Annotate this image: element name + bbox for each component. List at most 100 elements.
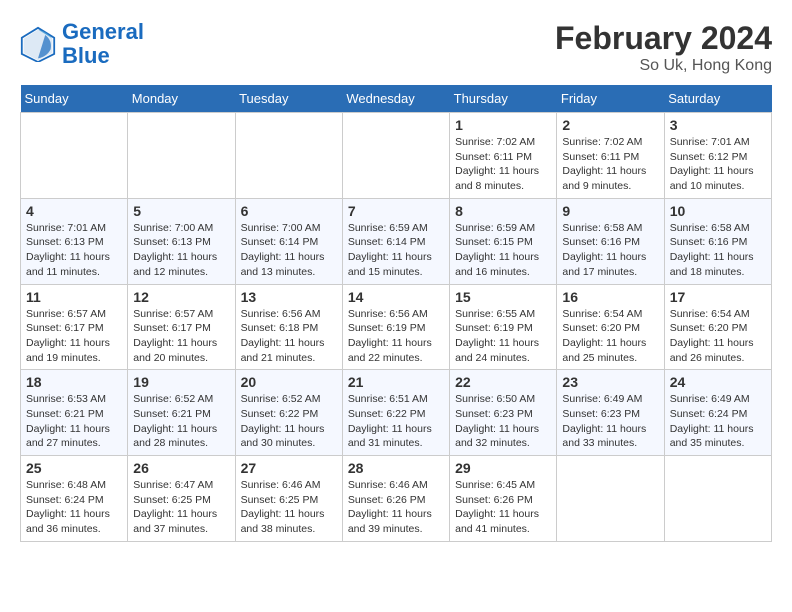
calendar-cell: 3 Sunrise: 7:01 AM Sunset: 6:12 PM Daylig… bbox=[664, 113, 771, 199]
day-number: 10 bbox=[670, 203, 766, 219]
day-info: Sunrise: 6:59 AM Sunset: 6:14 PM Dayligh… bbox=[348, 221, 444, 280]
day-number: 28 bbox=[348, 460, 444, 476]
day-number: 11 bbox=[26, 289, 122, 305]
calendar-cell: 6 Sunrise: 7:00 AM Sunset: 6:14 PM Daylig… bbox=[235, 198, 342, 284]
week-row-1: 1 Sunrise: 7:02 AM Sunset: 6:11 PM Daylig… bbox=[21, 113, 772, 199]
location: So Uk, Hong Kong bbox=[555, 57, 772, 75]
calendar-cell: 1 Sunrise: 7:02 AM Sunset: 6:11 PM Daylig… bbox=[450, 113, 557, 199]
day-info: Sunrise: 6:54 AM Sunset: 6:20 PM Dayligh… bbox=[562, 307, 658, 366]
day-info: Sunrise: 6:50 AM Sunset: 6:23 PM Dayligh… bbox=[455, 392, 551, 451]
day-info: Sunrise: 6:49 AM Sunset: 6:23 PM Dayligh… bbox=[562, 392, 658, 451]
day-info: Sunrise: 6:58 AM Sunset: 6:16 PM Dayligh… bbox=[670, 221, 766, 280]
day-number: 17 bbox=[670, 289, 766, 305]
day-info: Sunrise: 6:45 AM Sunset: 6:26 PM Dayligh… bbox=[455, 478, 551, 537]
calendar-cell: 7 Sunrise: 6:59 AM Sunset: 6:14 PM Daylig… bbox=[342, 198, 449, 284]
calendar-cell bbox=[557, 456, 664, 542]
calendar-cell: 24Sunrise: 6:49 AM Sunset: 6:24 PM Dayli… bbox=[664, 370, 771, 456]
calendar-cell: 18Sunrise: 6:53 AM Sunset: 6:21 PM Dayli… bbox=[21, 370, 128, 456]
day-number: 20 bbox=[241, 374, 337, 390]
day-info: Sunrise: 7:02 AM Sunset: 6:11 PM Dayligh… bbox=[562, 135, 658, 194]
week-row-2: 4 Sunrise: 7:01 AM Sunset: 6:13 PM Daylig… bbox=[21, 198, 772, 284]
day-info: Sunrise: 6:58 AM Sunset: 6:16 PM Dayligh… bbox=[562, 221, 658, 280]
day-info: Sunrise: 6:52 AM Sunset: 6:22 PM Dayligh… bbox=[241, 392, 337, 451]
day-info: Sunrise: 6:56 AM Sunset: 6:19 PM Dayligh… bbox=[348, 307, 444, 366]
day-number: 15 bbox=[455, 289, 551, 305]
calendar-cell bbox=[235, 113, 342, 199]
day-number: 23 bbox=[562, 374, 658, 390]
calendar-cell: 9 Sunrise: 6:58 AM Sunset: 6:16 PM Daylig… bbox=[557, 198, 664, 284]
day-info: Sunrise: 6:57 AM Sunset: 6:17 PM Dayligh… bbox=[26, 307, 122, 366]
day-info: Sunrise: 6:49 AM Sunset: 6:24 PM Dayligh… bbox=[670, 392, 766, 451]
day-number: 14 bbox=[348, 289, 444, 305]
header-day-wednesday: Wednesday bbox=[342, 85, 449, 113]
calendar-cell: 21 Sunrise: 6:51 AM Sunset: 6:22 PM Dayli… bbox=[342, 370, 449, 456]
day-number: 7 bbox=[348, 203, 444, 219]
day-number: 19 bbox=[133, 374, 229, 390]
day-number: 26 bbox=[133, 460, 229, 476]
day-number: 27 bbox=[241, 460, 337, 476]
day-info: Sunrise: 7:01 AM Sunset: 6:12 PM Dayligh… bbox=[670, 135, 766, 194]
day-number: 4 bbox=[26, 203, 122, 219]
day-info: Sunrise: 7:02 AM Sunset: 6:11 PM Dayligh… bbox=[455, 135, 551, 194]
header-day-monday: Monday bbox=[128, 85, 235, 113]
day-info: Sunrise: 6:55 AM Sunset: 6:19 PM Dayligh… bbox=[455, 307, 551, 366]
day-info: Sunrise: 6:47 AM Sunset: 6:25 PM Dayligh… bbox=[133, 478, 229, 537]
calendar-cell: 15 Sunrise: 6:55 AM Sunset: 6:19 PM Dayli… bbox=[450, 284, 557, 370]
calendar-cell: 26 Sunrise: 6:47 AM Sunset: 6:25 PM Dayli… bbox=[128, 456, 235, 542]
day-info: Sunrise: 6:56 AM Sunset: 6:18 PM Dayligh… bbox=[241, 307, 337, 366]
header-day-tuesday: Tuesday bbox=[235, 85, 342, 113]
day-number: 9 bbox=[562, 203, 658, 219]
calendar-cell: 28 Sunrise: 6:46 AM Sunset: 6:26 PM Dayli… bbox=[342, 456, 449, 542]
calendar-cell bbox=[128, 113, 235, 199]
calendar-cell bbox=[342, 113, 449, 199]
day-info: Sunrise: 7:01 AM Sunset: 6:13 PM Dayligh… bbox=[26, 221, 122, 280]
day-info: Sunrise: 6:51 AM Sunset: 6:22 PM Dayligh… bbox=[348, 392, 444, 451]
day-number: 3 bbox=[670, 117, 766, 133]
day-number: 25 bbox=[26, 460, 122, 476]
logo-icon bbox=[20, 26, 56, 62]
header-day-thursday: Thursday bbox=[450, 85, 557, 113]
logo: General Blue bbox=[20, 20, 144, 68]
day-info: Sunrise: 7:00 AM Sunset: 6:14 PM Dayligh… bbox=[241, 221, 337, 280]
header: General Blue February 2024 So Uk, Hong K… bbox=[20, 20, 772, 75]
day-info: Sunrise: 6:46 AM Sunset: 6:26 PM Dayligh… bbox=[348, 478, 444, 537]
day-number: 18 bbox=[26, 374, 122, 390]
day-number: 22 bbox=[455, 374, 551, 390]
day-info: Sunrise: 6:52 AM Sunset: 6:21 PM Dayligh… bbox=[133, 392, 229, 451]
calendar-cell: 2Sunrise: 7:02 AM Sunset: 6:11 PM Daylig… bbox=[557, 113, 664, 199]
day-number: 12 bbox=[133, 289, 229, 305]
calendar-cell: 8 Sunrise: 6:59 AM Sunset: 6:15 PM Daylig… bbox=[450, 198, 557, 284]
calendar-cell: 23 Sunrise: 6:49 AM Sunset: 6:23 PM Dayli… bbox=[557, 370, 664, 456]
day-number: 13 bbox=[241, 289, 337, 305]
calendar-cell: 20 Sunrise: 6:52 AM Sunset: 6:22 PM Dayli… bbox=[235, 370, 342, 456]
calendar-cell: 16Sunrise: 6:54 AM Sunset: 6:20 PM Dayli… bbox=[557, 284, 664, 370]
day-number: 1 bbox=[455, 117, 551, 133]
day-info: Sunrise: 6:59 AM Sunset: 6:15 PM Dayligh… bbox=[455, 221, 551, 280]
day-info: Sunrise: 6:48 AM Sunset: 6:24 PM Dayligh… bbox=[26, 478, 122, 537]
logo-blue: Blue bbox=[62, 43, 110, 68]
calendar-cell: 10 Sunrise: 6:58 AM Sunset: 6:16 PM Dayli… bbox=[664, 198, 771, 284]
day-number: 5 bbox=[133, 203, 229, 219]
day-info: Sunrise: 6:54 AM Sunset: 6:20 PM Dayligh… bbox=[670, 307, 766, 366]
calendar-cell: 13 Sunrise: 6:56 AM Sunset: 6:18 PM Dayli… bbox=[235, 284, 342, 370]
calendar-cell bbox=[664, 456, 771, 542]
month-year: February 2024 bbox=[555, 20, 772, 57]
day-number: 21 bbox=[348, 374, 444, 390]
calendar-cell: 5Sunrise: 7:00 AM Sunset: 6:13 PM Daylig… bbox=[128, 198, 235, 284]
logo-general: General bbox=[62, 19, 144, 44]
calendar-cell: 27 Sunrise: 6:46 AM Sunset: 6:25 PM Dayli… bbox=[235, 456, 342, 542]
week-row-5: 25 Sunrise: 6:48 AM Sunset: 6:24 PM Dayli… bbox=[21, 456, 772, 542]
calendar-cell: 29Sunrise: 6:45 AM Sunset: 6:26 PM Dayli… bbox=[450, 456, 557, 542]
day-info: Sunrise: 6:46 AM Sunset: 6:25 PM Dayligh… bbox=[241, 478, 337, 537]
day-number: 8 bbox=[455, 203, 551, 219]
header-day-sunday: Sunday bbox=[21, 85, 128, 113]
calendar-cell: 4 Sunrise: 7:01 AM Sunset: 6:13 PM Daylig… bbox=[21, 198, 128, 284]
day-number: 6 bbox=[241, 203, 337, 219]
calendar-cell: 17 Sunrise: 6:54 AM Sunset: 6:20 PM Dayli… bbox=[664, 284, 771, 370]
calendar-cell: 14 Sunrise: 6:56 AM Sunset: 6:19 PM Dayli… bbox=[342, 284, 449, 370]
calendar-cell: 11 Sunrise: 6:57 AM Sunset: 6:17 PM Dayli… bbox=[21, 284, 128, 370]
calendar-cell: 22 Sunrise: 6:50 AM Sunset: 6:23 PM Dayli… bbox=[450, 370, 557, 456]
title-area: February 2024 So Uk, Hong Kong bbox=[555, 20, 772, 75]
calendar-cell: 25 Sunrise: 6:48 AM Sunset: 6:24 PM Dayli… bbox=[21, 456, 128, 542]
calendar-cell bbox=[21, 113, 128, 199]
